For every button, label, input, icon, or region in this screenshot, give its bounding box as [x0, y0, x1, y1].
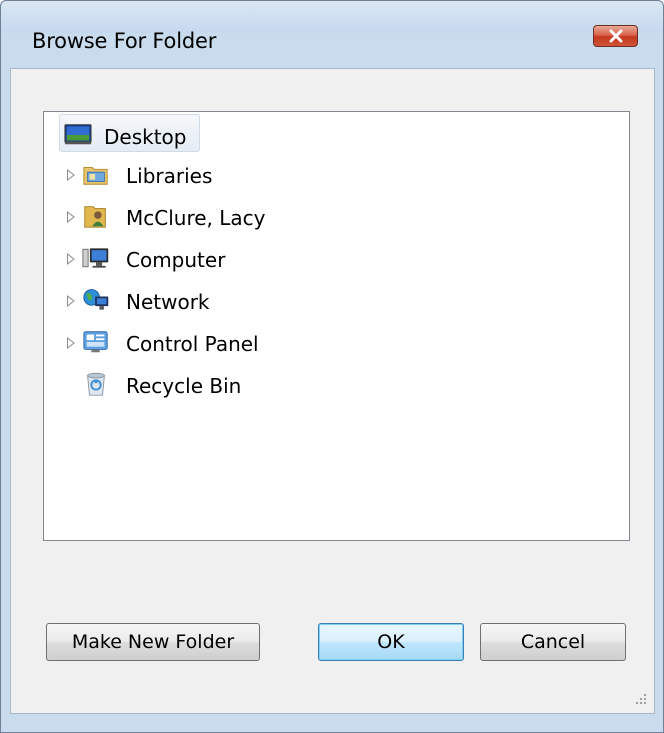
network-icon [83, 289, 109, 310]
close-icon [609, 29, 622, 43]
control-panel-icon [83, 331, 108, 353]
resize-grip-icon[interactable] [633, 691, 647, 705]
folder-tree[interactable]: Desktop Libraries McClure, Lacy Computer… [43, 111, 630, 541]
tree-item-label: Desktop [104, 125, 187, 149]
make-new-folder-button[interactable]: Make New Folder [46, 623, 260, 661]
dialog-title: Browse For Folder [32, 29, 217, 53]
expand-arrow-icon[interactable] [66, 337, 76, 349]
cancel-button[interactable]: Cancel [480, 623, 626, 661]
browse-for-folder-dialog: Browse For Folder Desktop Libraries McCl… [0, 0, 664, 733]
tree-item-label: McClure, Lacy [126, 206, 266, 230]
ok-button[interactable]: OK [318, 623, 464, 661]
user-folder-icon [84, 206, 106, 228]
tree-item-label: Network [126, 290, 210, 314]
tree-item-label: Computer [126, 248, 226, 272]
tree-item-label: Recycle Bin [126, 374, 242, 398]
tree-item-label: Libraries [126, 164, 213, 188]
expand-arrow-icon[interactable] [66, 211, 76, 223]
tree-item-label: Control Panel [126, 332, 259, 356]
expand-arrow-icon[interactable] [66, 169, 76, 181]
close-button[interactable] [593, 25, 638, 47]
computer-icon [82, 248, 109, 268]
expand-arrow-icon[interactable] [66, 253, 76, 265]
libraries-icon [83, 167, 108, 185]
desktop-icon [64, 124, 92, 145]
recycle-bin-icon [87, 372, 105, 396]
expand-arrow-icon[interactable] [66, 295, 76, 307]
